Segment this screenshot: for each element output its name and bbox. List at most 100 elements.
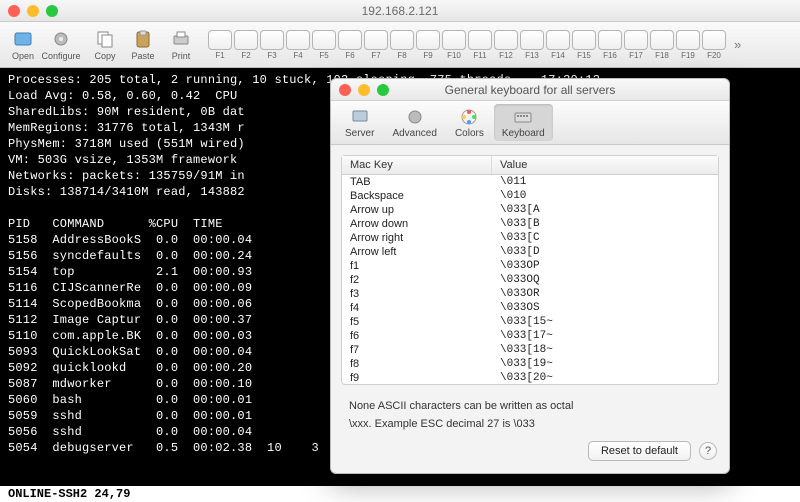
cell-value: \033[C bbox=[492, 231, 718, 245]
fkey-f19[interactable]: F19 bbox=[676, 30, 700, 60]
fkey-label: F17 bbox=[629, 51, 643, 60]
fkey-label: F18 bbox=[655, 51, 669, 60]
fkey-box bbox=[234, 30, 258, 50]
fkey-f6[interactable]: F6 bbox=[338, 30, 362, 60]
configure-button[interactable]: Configure bbox=[44, 28, 78, 61]
table-row[interactable]: f1\033OP bbox=[342, 259, 718, 273]
fkey-f5[interactable]: F5 bbox=[312, 30, 336, 60]
fkey-box bbox=[702, 30, 726, 50]
server-icon bbox=[349, 106, 371, 128]
window-titlebar: 192.168.2.121 bbox=[0, 0, 800, 22]
table-row[interactable]: Arrow up\033[A bbox=[342, 203, 718, 217]
gear-icon bbox=[50, 28, 72, 50]
table-row[interactable]: f5\033[15~ bbox=[342, 315, 718, 329]
tab-colors[interactable]: Colors bbox=[447, 104, 492, 141]
table-row[interactable]: f2\033OQ bbox=[342, 273, 718, 287]
table-row[interactable]: TAB\011 bbox=[342, 175, 718, 189]
table-row[interactable]: f7\033[18~ bbox=[342, 343, 718, 357]
fkey-f20[interactable]: F20 bbox=[702, 30, 726, 60]
fkey-label: F6 bbox=[345, 51, 354, 60]
fkey-f4[interactable]: F4 bbox=[286, 30, 310, 60]
fkey-box bbox=[338, 30, 362, 50]
help-icon[interactable]: ? bbox=[699, 442, 717, 460]
cell-value: \011 bbox=[492, 175, 718, 189]
fkey-label: F3 bbox=[267, 51, 276, 60]
fkey-f16[interactable]: F16 bbox=[598, 30, 622, 60]
close-icon[interactable] bbox=[8, 5, 20, 17]
cell-mac-key: f4 bbox=[342, 301, 492, 315]
fkey-box bbox=[676, 30, 700, 50]
fkey-f9[interactable]: F9 bbox=[416, 30, 440, 60]
fkey-f1[interactable]: F1 bbox=[208, 30, 232, 60]
fkey-f13[interactable]: F13 bbox=[520, 30, 544, 60]
column-mac-key[interactable]: Mac Key bbox=[342, 156, 492, 174]
toolbar-overflow-icon[interactable]: » bbox=[734, 37, 741, 52]
minimize-icon[interactable] bbox=[27, 5, 39, 17]
fkey-f2[interactable]: F2 bbox=[234, 30, 258, 60]
table-row[interactable]: Arrow down\033[B bbox=[342, 217, 718, 231]
column-value[interactable]: Value bbox=[492, 156, 718, 174]
cell-mac-key: Arrow right bbox=[342, 231, 492, 245]
table-row[interactable]: f6\033[17~ bbox=[342, 329, 718, 343]
fkey-label: F15 bbox=[577, 51, 591, 60]
modal-title: General keyboard for all servers bbox=[331, 83, 729, 97]
fkey-f12[interactable]: F12 bbox=[494, 30, 518, 60]
cell-mac-key: f2 bbox=[342, 273, 492, 287]
tab-keyboard[interactable]: Keyboard bbox=[494, 104, 553, 141]
fkey-f17[interactable]: F17 bbox=[624, 30, 648, 60]
note-line-1: None ASCII characters can be written as … bbox=[331, 395, 729, 413]
paste-icon bbox=[132, 28, 154, 50]
table-row[interactable]: f9\033[20~ bbox=[342, 371, 718, 384]
tab-server[interactable]: Server bbox=[337, 104, 382, 141]
fkey-label: F13 bbox=[525, 51, 539, 60]
fkey-f14[interactable]: F14 bbox=[546, 30, 570, 60]
fkey-box bbox=[572, 30, 596, 50]
fkey-box bbox=[390, 30, 414, 50]
fkey-f8[interactable]: F8 bbox=[390, 30, 414, 60]
table-row[interactable]: f4\033OS bbox=[342, 301, 718, 315]
fkey-f15[interactable]: F15 bbox=[572, 30, 596, 60]
fkey-label: F11 bbox=[473, 51, 486, 60]
cell-value: \010 bbox=[492, 189, 718, 203]
fkey-box bbox=[208, 30, 232, 50]
print-button[interactable]: Print bbox=[164, 28, 198, 61]
table-row[interactable]: f3\033OR bbox=[342, 287, 718, 301]
zoom-icon[interactable] bbox=[46, 5, 58, 17]
reset-to-default-button[interactable]: Reset to default bbox=[588, 441, 691, 461]
keyboard-settings-window: General keyboard for all servers Server … bbox=[330, 78, 730, 474]
cell-value: \033[17~ bbox=[492, 329, 718, 343]
copy-icon bbox=[94, 28, 116, 50]
fkey-box bbox=[416, 30, 440, 50]
fkey-box bbox=[520, 30, 544, 50]
cell-value: \033OQ bbox=[492, 273, 718, 287]
keyboard-icon bbox=[512, 106, 534, 128]
fkey-label: F7 bbox=[371, 51, 380, 60]
table-row[interactable]: Arrow left\033[D bbox=[342, 245, 718, 259]
open-button[interactable]: Open bbox=[6, 28, 40, 61]
cell-value: \033[15~ bbox=[492, 315, 718, 329]
table-row[interactable]: Backspace\010 bbox=[342, 189, 718, 203]
fkey-box bbox=[624, 30, 648, 50]
fkey-box bbox=[364, 30, 388, 50]
modal-titlebar: General keyboard for all servers bbox=[331, 79, 729, 101]
fkey-f18[interactable]: F18 bbox=[650, 30, 674, 60]
fkey-f10[interactable]: F10 bbox=[442, 30, 466, 60]
table-header: Mac Key Value bbox=[342, 156, 718, 175]
fkey-f11[interactable]: F11 bbox=[468, 30, 492, 60]
fkey-label: F12 bbox=[499, 51, 513, 60]
table-body[interactable]: TAB\011Backspace\010Arrow up\033[AArrow … bbox=[342, 175, 718, 384]
fkey-f3[interactable]: F3 bbox=[260, 30, 284, 60]
cell-mac-key: f5 bbox=[342, 315, 492, 329]
tab-advanced[interactable]: Advanced bbox=[384, 104, 444, 141]
paste-button[interactable]: Paste bbox=[126, 28, 160, 61]
cell-mac-key: Backspace bbox=[342, 189, 492, 203]
fkey-f7[interactable]: F7 bbox=[364, 30, 388, 60]
table-row[interactable]: f8\033[19~ bbox=[342, 357, 718, 371]
cell-mac-key: f9 bbox=[342, 371, 492, 384]
cell-mac-key: f7 bbox=[342, 343, 492, 357]
cell-value: \033[20~ bbox=[492, 371, 718, 384]
cell-mac-key: f3 bbox=[342, 287, 492, 301]
copy-button[interactable]: Copy bbox=[88, 28, 122, 61]
table-row[interactable]: Arrow right\033[C bbox=[342, 231, 718, 245]
toolbar: Open Configure Copy Paste Print F1F2 F3 F4… bbox=[0, 22, 800, 68]
